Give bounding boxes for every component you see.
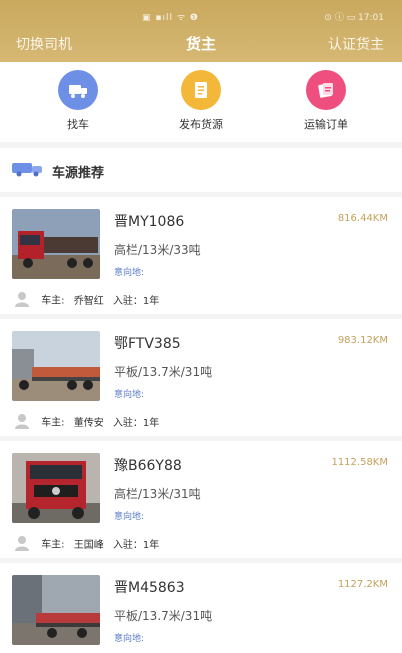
truck-listing-card[interactable]: 豫B66Y88 1112.58KM 高栏/13米/31吨 意向地: 车主: 王国…	[0, 441, 402, 558]
truck-spec: 高栏/13米/31吨	[114, 487, 201, 501]
truck-photo	[12, 575, 100, 645]
find-truck-label: 找车	[67, 118, 89, 131]
joined-duration: 入驻：1年	[112, 417, 160, 429]
publish-cargo-label: 发布货源	[179, 118, 223, 131]
plate-number: 晋M45863	[114, 580, 185, 596]
transport-orders-button[interactable]: 运输订单	[276, 70, 376, 132]
truck-icon	[58, 70, 98, 110]
truck-listing-card[interactable]: 鄂FTV385 983.12KM 平板/13.7米/31吨 意向地: 车主: 董…	[0, 319, 402, 436]
document-icon	[181, 70, 221, 110]
find-truck-button[interactable]: 找车	[28, 70, 128, 132]
truck-listing-card[interactable]: 晋M45863 1127.2KM 平板/13.7米/31吨 意向地:	[0, 563, 402, 653]
truck-spec: 平板/13.7米/31吨	[114, 609, 213, 623]
distance: 1112.58KM	[331, 457, 388, 468]
avatar-icon	[14, 291, 30, 307]
truck-spec: 平板/13.7米/31吨	[114, 365, 213, 379]
owner-name: 王国峰	[73, 539, 104, 551]
truck-listing-card[interactable]: 晋MY1086 816.44KM 高栏/13米/33吨 意向地: 车主: 乔智红…	[0, 197, 402, 314]
section-title: 车源推荐	[52, 166, 105, 181]
intended-destination: 意向地:	[114, 512, 145, 522]
avatar-icon	[14, 535, 30, 551]
top-header: ▣ ▪ıll ᯤ ❶ ⊙ ⓘ ▭ 17:01 切换司机 货主 认证货主	[0, 0, 402, 62]
quick-actions: 找车 发布货源 运输订单	[0, 62, 402, 142]
recommend-header: 车源推荐	[0, 148, 402, 192]
avatar-icon	[14, 413, 30, 429]
owner-name: 乔智红	[73, 295, 104, 307]
owner-label: 车主:	[41, 295, 65, 307]
distance: 983.12KM	[337, 335, 388, 346]
joined-duration: 入驻：1年	[112, 539, 160, 551]
truck-spec: 高栏/13米/33吨	[114, 243, 201, 257]
intended-destination: 意向地:	[114, 634, 145, 644]
owner-row: 车主: 董传安 入驻：1年	[14, 413, 159, 429]
truck-photo	[12, 209, 100, 279]
publish-cargo-button[interactable]: 发布货源	[151, 70, 251, 132]
plate-number: 鄂FTV385	[114, 336, 181, 352]
plate-number: 晋MY1086	[114, 214, 185, 230]
distance: 816.44KM	[337, 213, 388, 224]
owner-label: 车主:	[41, 539, 65, 551]
joined-duration: 入驻：1年	[112, 295, 160, 307]
intended-destination: 意向地:	[114, 390, 145, 400]
truck-photo	[12, 453, 100, 523]
owner-label: 车主:	[41, 417, 65, 429]
certify-shipper-button[interactable]: 认证货主	[328, 34, 384, 54]
owner-row: 车主: 王国峰 入驻：1年	[14, 535, 159, 551]
truck-photo	[12, 331, 100, 401]
transport-orders-label: 运输订单	[304, 118, 348, 131]
owner-row: 车主: 乔智红 入驻：1年	[14, 291, 159, 307]
truck-icon	[12, 161, 44, 181]
intended-destination: 意向地:	[114, 268, 145, 278]
owner-name: 董传安	[73, 417, 104, 429]
status-signal: ▣ ▪ıll ᯤ ❶	[142, 13, 199, 23]
order-icon	[306, 70, 346, 110]
status-bar: ▣ ▪ıll ᯤ ❶ ⊙ ⓘ ▭ 17:01	[0, 8, 402, 24]
distance: 1127.2KM	[337, 579, 388, 590]
status-right: ⊙ ⓘ ▭ 17:01	[324, 13, 384, 23]
plate-number: 豫B66Y88	[114, 458, 182, 474]
